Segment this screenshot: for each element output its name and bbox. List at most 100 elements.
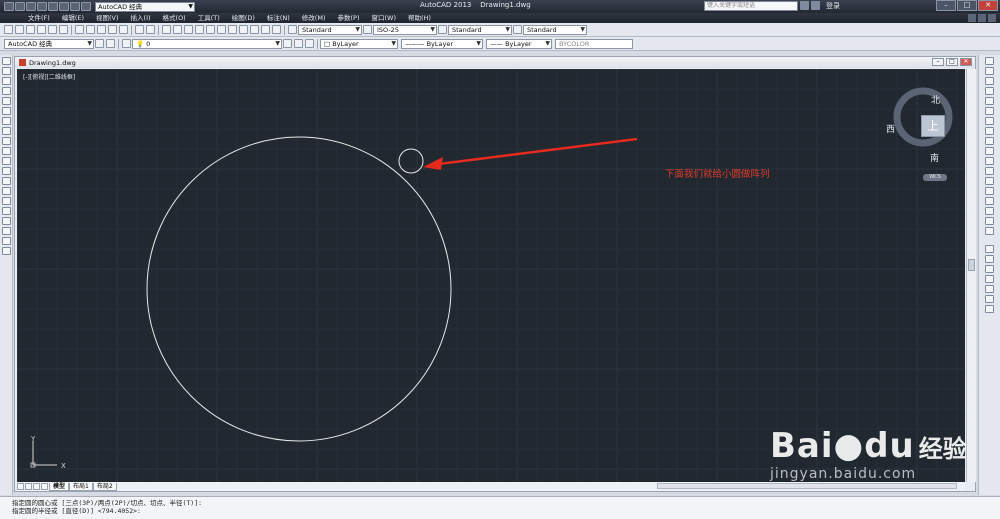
menu-format[interactable]: 格式(O) [157,13,192,23]
menu-window[interactable]: 窗口(W) [365,13,402,23]
circle-icon[interactable] [1,117,11,125]
workspace-settings-icon[interactable] [95,39,104,48]
last-tab-icon[interactable] [41,483,48,490]
tab-model[interactable]: 模型 [49,482,70,491]
wcs-menu[interactable]: WCS [923,174,947,181]
layer-previous-icon[interactable] [294,39,303,48]
command-line[interactable]: 指定圆的圆心或 [三点(3P)/两点(2P)/切点、切点、半径(T)]: 指定圆… [0,496,1000,519]
ellipse-arc-icon[interactable] [1,157,11,165]
layer-select[interactable]: 💡 0 ▼ [132,38,282,49]
menu-file[interactable]: 文件(F) [22,13,56,23]
undo-icon[interactable] [135,25,144,34]
drawing-area[interactable] [17,69,965,482]
send-under-icon[interactable] [985,285,994,293]
zoom-realtime-icon[interactable] [173,25,182,34]
doc-minimize-button[interactable] [968,14,976,22]
save-icon[interactable] [26,25,35,34]
linetype-select[interactable]: ——— ByLayer ▼ [401,38,483,49]
extend-icon[interactable] [985,157,994,165]
publish-icon[interactable] [59,25,68,34]
design-center-icon[interactable] [217,25,226,34]
arc-icon[interactable] [1,107,11,115]
draw-order-icon[interactable] [985,245,994,253]
viewport-controls-label[interactable]: [-][俯视][二维线框] [23,72,75,81]
hatch-icon[interactable] [1,197,11,205]
tool-palettes-icon[interactable] [228,25,237,34]
fillet-icon[interactable] [985,207,994,215]
copy-object-icon[interactable] [985,67,994,75]
match-properties-icon[interactable] [108,25,117,34]
mleader-style-select[interactable]: Standard ▼ [523,24,587,35]
menu-draw[interactable]: 绘图(D) [226,13,261,23]
redo-icon[interactable] [81,2,91,11]
color-select[interactable]: □ ByLayer ▼ [320,38,398,49]
stretch-icon[interactable] [985,137,994,145]
revcloud-icon[interactable] [1,127,11,135]
break-icon[interactable] [985,177,994,185]
bring-above-icon[interactable] [985,275,994,283]
search-input[interactable]: 键入关键字或短语 [704,1,798,11]
zoom-previous-icon[interactable] [195,25,204,34]
pan-icon[interactable] [162,25,171,34]
layer-properties-icon[interactable] [122,39,131,48]
scale-icon[interactable] [985,127,994,135]
move-icon[interactable] [985,107,994,115]
multiline-text-icon[interactable] [1,237,11,245]
properties-icon[interactable] [206,25,215,34]
block-editor-icon[interactable] [119,25,128,34]
send-back-icon[interactable] [985,265,994,273]
offset-icon[interactable] [985,87,994,95]
lineweight-select[interactable]: —— ByLayer ▼ [486,38,552,49]
vertical-scrollbar[interactable] [966,69,976,482]
explode-icon[interactable] [985,227,994,235]
table-icon[interactable] [1,227,11,235]
mleader-style-icon[interactable] [513,25,522,34]
viewcube-south[interactable]: 南 [930,151,939,164]
dim-style-icon[interactable] [363,25,372,34]
redo-icon[interactable] [146,25,155,34]
blend-curves-icon[interactable] [985,217,994,225]
drawing-close-button[interactable]: ✕ [960,58,972,66]
text-style-select[interactable]: Standard ▼ [298,24,362,35]
plotstyle-select[interactable]: BYCOLOR [555,38,633,49]
user-icon[interactable] [811,1,820,10]
plot-icon[interactable] [37,25,46,34]
menu-insert[interactable]: 插入(I) [125,13,157,23]
polygon-icon[interactable] [1,87,11,95]
table-style-icon[interactable] [438,25,447,34]
text-style-icon[interactable] [288,25,297,34]
menu-modify[interactable]: 修改(M) [296,13,332,23]
line-tool-icon[interactable] [1,57,11,65]
sheet-set-icon[interactable] [239,25,248,34]
trim-icon[interactable] [985,147,994,155]
tab-layout1[interactable]: 布局1 [69,482,93,491]
join-icon[interactable] [985,187,994,195]
menu-tools[interactable]: 工具(T) [192,13,226,23]
table-style-select[interactable]: Standard ▼ [448,24,512,35]
make-current-icon[interactable] [283,39,292,48]
menu-dimension[interactable]: 标注(N) [261,13,296,23]
bring-front-icon[interactable] [985,255,994,263]
rotate-icon[interactable] [985,117,994,125]
preview-icon[interactable] [48,25,57,34]
tab-layout2[interactable]: 布局2 [92,482,117,491]
paste-icon[interactable] [97,25,106,34]
mirror-icon[interactable] [985,77,994,85]
save-icon[interactable] [37,2,47,11]
dims-front-icon[interactable] [985,305,994,313]
first-tab-icon[interactable] [17,483,24,490]
menu-view[interactable]: 视图(V) [90,13,125,23]
scroll-thumb[interactable] [968,259,975,271]
dim-style-select[interactable]: ISO-25 ▼ [373,24,437,35]
print-icon[interactable] [59,2,69,11]
menu-parametric[interactable]: 参数(P) [331,13,365,23]
quickcalc-icon[interactable] [261,25,270,34]
open-file-icon[interactable] [26,2,36,11]
next-tab-icon[interactable] [33,483,40,490]
viewcube-top-face[interactable]: 上 [921,115,945,137]
close-button[interactable]: ✕ [978,0,998,11]
search-icon[interactable] [800,1,809,10]
maximize-button[interactable]: □ [957,0,977,11]
new-icon[interactable] [4,25,13,34]
copy-icon[interactable] [86,25,95,34]
